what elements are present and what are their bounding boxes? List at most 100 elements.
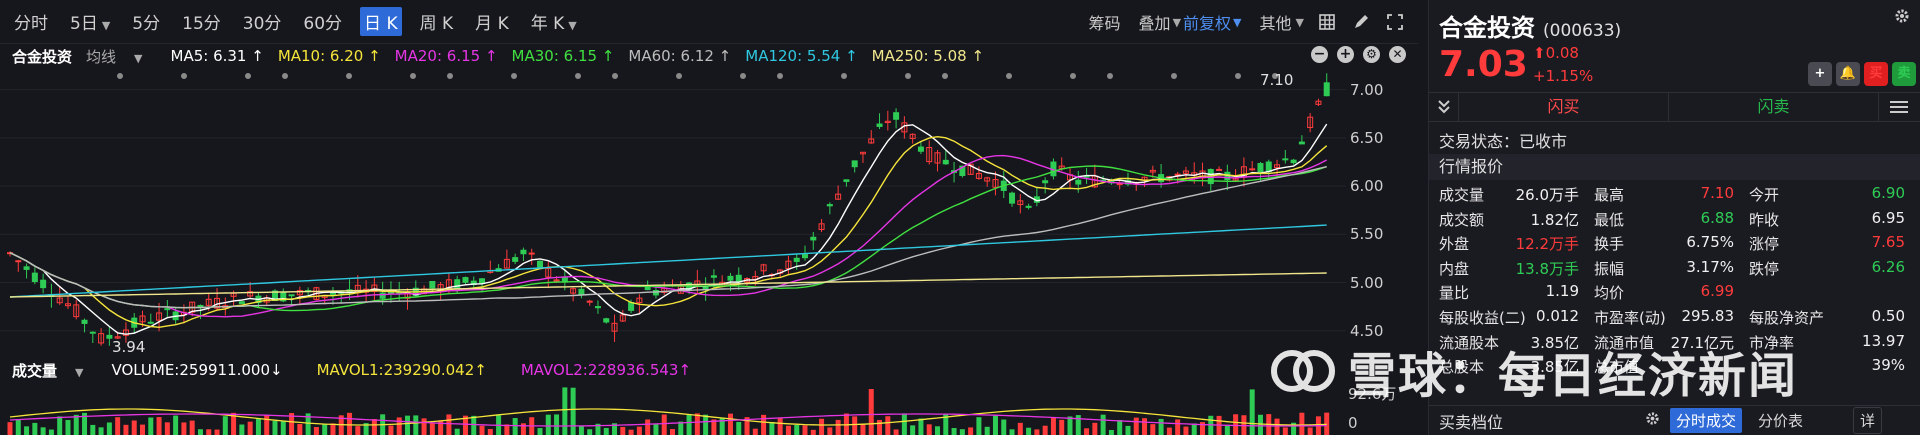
alert-bell-button[interactable]: 🔔 [1836, 62, 1860, 86]
draw-pen-icon[interactable] [1350, 11, 1372, 33]
price-change: ⬆0.08 [1533, 44, 1579, 62]
volume-bar [1274, 418, 1280, 435]
tab-price-table[interactable]: 分价表 [1752, 408, 1809, 433]
tab-intraday[interactable]: 分时 [10, 7, 52, 36]
tab-15min[interactable]: 15分 [178, 7, 225, 36]
fullscreen-icon[interactable] [1384, 11, 1406, 33]
quote-label: 内盘 [1439, 259, 1470, 278]
volume-bar [984, 426, 990, 435]
volume-bar [545, 414, 551, 435]
event-marker[interactable] [1171, 73, 1177, 79]
quote-value: 1.19 [1545, 282, 1579, 301]
volume-bar [1050, 417, 1056, 435]
volume-bar [1133, 417, 1139, 435]
candle-body [876, 123, 883, 127]
quote-value: 6.99 [1700, 282, 1734, 301]
grid-layout-icon[interactable] [1316, 11, 1338, 33]
volume-bar [471, 415, 477, 435]
volume-legend: 成交量 ▼ VOLUME:259911.000↓ MAVOL1:239290.04… [0, 358, 1418, 382]
quote-value: 3.17% [1686, 257, 1734, 276]
tab-5day[interactable]: 5日 ▼ [66, 7, 114, 36]
chip-button[interactable]: 筹码 [1089, 10, 1121, 34]
tab-5min[interactable]: 5分 [128, 7, 164, 36]
sell-button[interactable]: 卖 [1892, 62, 1916, 86]
volume-bar [1282, 427, 1288, 435]
event-marker[interactable] [1235, 73, 1241, 79]
event-marker[interactable] [1107, 73, 1113, 79]
tab-30min[interactable]: 30分 [239, 7, 286, 36]
price-tick-label: 6.50 [1350, 128, 1384, 147]
candle-body [1009, 192, 1016, 204]
event-marker[interactable] [181, 73, 187, 79]
event-marker[interactable] [282, 73, 288, 79]
candle-body [512, 257, 519, 262]
volume-bar [570, 387, 576, 435]
event-marker[interactable] [447, 73, 453, 79]
detail-button[interactable]: 详 [1853, 407, 1883, 434]
event-marker[interactable] [410, 73, 416, 79]
flash-buy-button[interactable]: 闪买 [1459, 93, 1669, 121]
candlestick-chart[interactable]: 7.10 3.94 [0, 68, 1346, 358]
quote-value: 295.83 [1681, 306, 1735, 325]
volume-chart[interactable] [0, 382, 1346, 435]
volume-bar [628, 429, 634, 435]
volume-bar [819, 418, 825, 435]
candle-body [479, 278, 486, 284]
volume-bar [1249, 389, 1255, 435]
event-marker[interactable] [245, 73, 251, 79]
quote-label: 振幅 [1594, 259, 1625, 278]
gear-icon[interactable] [1645, 411, 1660, 430]
event-marker[interactable] [612, 73, 618, 79]
tab-daily-k[interactable]: 日 K [360, 7, 402, 36]
buy-button[interactable]: 买 [1864, 62, 1888, 86]
event-marker[interactable] [942, 73, 948, 79]
collapse-icon[interactable] [1429, 92, 1459, 122]
event-marker[interactable] [740, 73, 746, 79]
gear-icon[interactable] [1894, 8, 1910, 28]
tab-yearly-k[interactable]: 年 K ▼ [527, 7, 581, 36]
ma10-line [9, 135, 1328, 329]
event-marker[interactable] [346, 73, 352, 79]
event-marker[interactable] [117, 73, 123, 79]
event-marker[interactable] [511, 73, 517, 79]
other-menu[interactable]: 其他 [1260, 10, 1292, 34]
volume-bar [868, 389, 874, 435]
quote-label: 成交量 [1439, 186, 1485, 204]
ma-mode-select[interactable]: 均线 ▼ [86, 46, 156, 67]
volume-title[interactable]: 成交量 ▼ [12, 360, 97, 381]
volume-bar [959, 429, 965, 435]
candle-body [1282, 158, 1289, 161]
plus-circle-icon[interactable]: + [1337, 46, 1354, 63]
tab-weekly-k[interactable]: 周 K [416, 7, 458, 36]
volume-bar [703, 414, 709, 435]
tab-ticks[interactable]: 分时成交 [1670, 408, 1743, 433]
close-icon[interactable]: ✕ [1389, 46, 1406, 63]
event-marker[interactable] [676, 73, 682, 79]
minus-circle-icon[interactable]: − [1311, 46, 1328, 63]
volume-bar [752, 428, 758, 435]
add-watch-button[interactable]: + [1808, 62, 1832, 86]
overlay-button[interactable]: 叠加 [1139, 10, 1171, 34]
volume-bar [280, 420, 286, 435]
gear-icon[interactable]: ⚙ [1363, 46, 1380, 63]
event-marker[interactable] [575, 73, 581, 79]
volume-bar [1257, 414, 1263, 435]
event-marker[interactable] [1070, 73, 1076, 79]
candle-body [15, 260, 22, 263]
adjust-select[interactable]: 前复权 [1183, 10, 1231, 34]
event-marker[interactable] [1006, 73, 1012, 79]
flash-sell-button[interactable]: 闪卖 [1669, 93, 1879, 121]
menu-icon[interactable] [1879, 93, 1919, 121]
event-marker[interactable] [905, 73, 911, 79]
ma-legend: 合金投资 均线 ▼ MA5: 6.31 ↑ MA10: 6.20 ↑ MA20: … [0, 44, 1418, 68]
candle-body [810, 236, 817, 241]
quote-label: 每股收益(二) [1439, 308, 1526, 327]
tab-monthly-k[interactable]: 月 K [471, 7, 513, 36]
volume-bar [777, 417, 783, 435]
event-marker[interactable] [777, 73, 783, 79]
volume-bar [1100, 414, 1106, 435]
volume-bar [1224, 424, 1230, 435]
tab-60min[interactable]: 60分 [299, 7, 346, 36]
event-marker[interactable] [841, 73, 847, 79]
candle-body [147, 321, 154, 324]
